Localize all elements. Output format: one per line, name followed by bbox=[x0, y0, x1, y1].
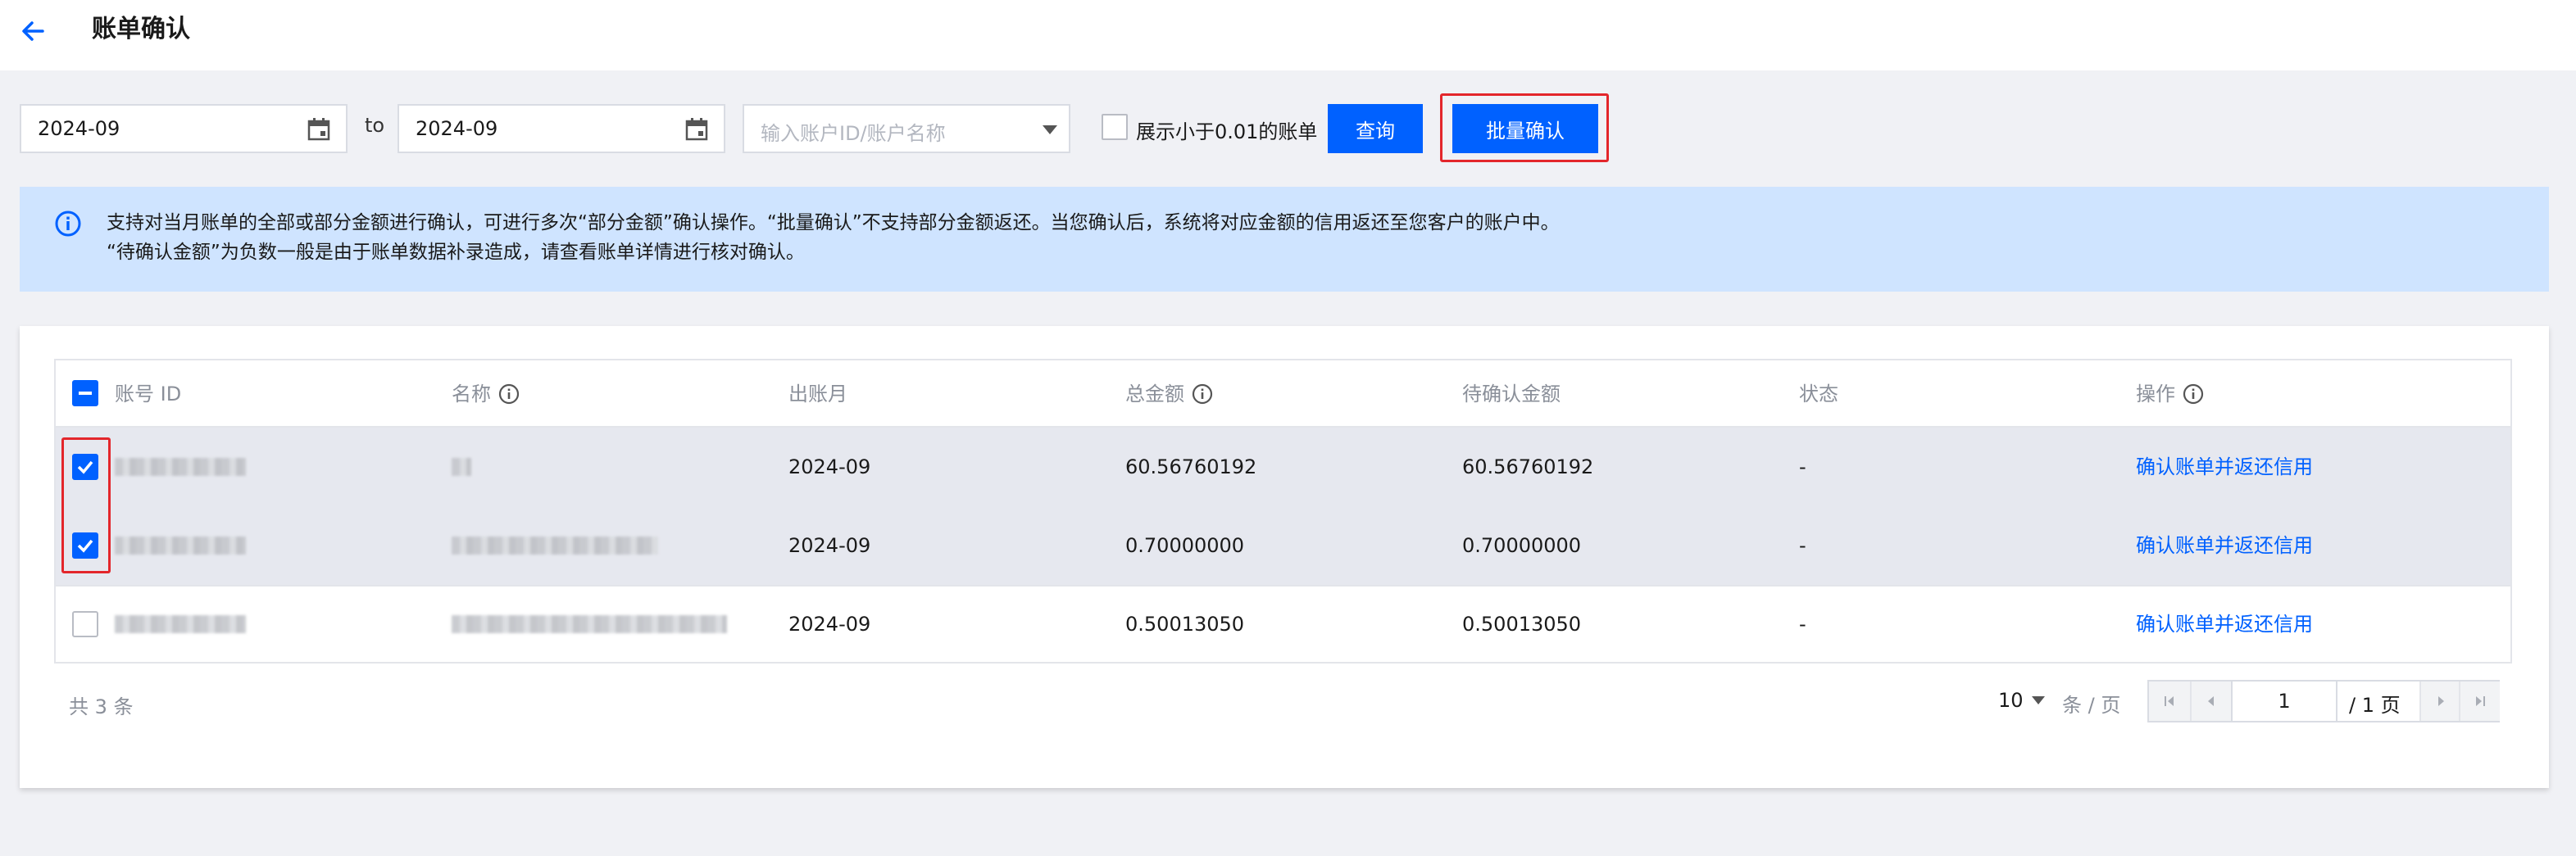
start-date-picker[interactable]: 2024-09 bbox=[20, 104, 348, 153]
page-title: 账单确认 bbox=[92, 15, 190, 43]
batch-confirm-highlight bbox=[1440, 93, 1609, 162]
cell-month: 2024-09 bbox=[788, 613, 871, 636]
table-row[interactable]: 2024-09 0.50013050 0.50013050 - 确认账单并返还信… bbox=[56, 585, 2510, 664]
account-search-placeholder: 输入账户ID/账户名称 bbox=[761, 122, 946, 145]
cell-status: - bbox=[1799, 613, 1806, 636]
chevron-down-icon bbox=[1043, 125, 1057, 134]
select-all-checkbox[interactable] bbox=[72, 380, 98, 406]
header-status-label: 状态 bbox=[1799, 383, 1838, 405]
selected-rows-highlight bbox=[61, 437, 111, 573]
start-date-value: 2024-09 bbox=[38, 117, 120, 140]
header-month-label: 出账月 bbox=[788, 383, 847, 405]
total-count: 共 3 条 bbox=[69, 695, 134, 718]
account-name-redacted bbox=[452, 537, 658, 555]
row-checkbox-unchecked[interactable] bbox=[72, 611, 98, 637]
header-action: 操作 bbox=[2136, 382, 2205, 406]
header-total: 总金额 bbox=[1125, 382, 1214, 406]
page-size-select[interactable]: 10 bbox=[1998, 689, 2045, 712]
total-pages-label: / 1 页 bbox=[2349, 694, 2401, 717]
notice-line-1: 支持对当月账单的全部或部分金额进行确认，可进行多次“部分金额”确认操作。“批量确… bbox=[107, 212, 1560, 233]
account-name-redacted bbox=[452, 615, 727, 633]
end-date-value: 2024-09 bbox=[416, 117, 498, 140]
header-name: 名称 bbox=[452, 382, 520, 406]
info-icon[interactable] bbox=[1191, 383, 1214, 405]
calendar-icon bbox=[685, 118, 708, 141]
query-button[interactable]: 查询 bbox=[1328, 104, 1423, 153]
confirm-bill-link[interactable]: 确认账单并返还信用 bbox=[2136, 455, 2313, 479]
table-header: 账号 ID 名称 出账月 总金额 待确认金额 状态 操作 bbox=[56, 360, 2510, 428]
show-small-bills-checkbox[interactable] bbox=[1102, 114, 1128, 140]
account-search-select[interactable]: 输入账户ID/账户名称 bbox=[743, 104, 1070, 153]
next-page-icon[interactable] bbox=[2419, 682, 2460, 721]
cell-total: 0.70000000 bbox=[1125, 534, 1245, 557]
pagination: 1 / 1 页 bbox=[2147, 680, 2500, 722]
cell-month: 2024-09 bbox=[788, 534, 871, 557]
header-status: 状态 bbox=[1799, 382, 1838, 406]
last-page-icon[interactable] bbox=[2459, 682, 2500, 721]
header-pending-label: 待确认金额 bbox=[1462, 383, 1561, 405]
account-id-redacted bbox=[115, 537, 246, 555]
bill-table: 账号 ID 名称 出账月 总金额 待确认金额 状态 操作 2024-09 60.… bbox=[54, 359, 2512, 664]
header-account-id: 账号 ID bbox=[115, 382, 181, 406]
info-icon bbox=[55, 211, 81, 237]
header-name-label: 名称 bbox=[452, 383, 491, 405]
header-pending: 待确认金额 bbox=[1462, 382, 1561, 406]
info-notice: 支持对当月账单的全部或部分金额进行确认，可进行多次“部分金额”确认操作。“批量确… bbox=[20, 187, 2549, 292]
calendar-icon bbox=[307, 118, 330, 141]
date-range-separator: to bbox=[365, 114, 385, 137]
info-icon[interactable] bbox=[497, 383, 520, 405]
notice-line-2: “待确认金额”为负数一般是由于账单数据补录造成，请查看账单详情进行核对确认。 bbox=[107, 242, 805, 263]
show-small-bills-label: 展示小于0.01的账单 bbox=[1136, 120, 1318, 143]
info-icon[interactable] bbox=[2182, 383, 2205, 405]
confirm-bill-link[interactable]: 确认账单并返还信用 bbox=[2136, 533, 2313, 558]
first-page-icon[interactable] bbox=[2149, 682, 2190, 721]
cell-pending: 60.56760192 bbox=[1462, 455, 1594, 478]
header-account-id-label: 账号 ID bbox=[115, 383, 182, 405]
cell-status: - bbox=[1799, 534, 1806, 557]
table-row[interactable]: 2024-09 0.70000000 0.70000000 - 确认账单并返还信… bbox=[56, 506, 2510, 585]
header-total-label: 总金额 bbox=[1125, 383, 1184, 405]
cell-total: 60.56760192 bbox=[1125, 455, 1257, 478]
header-month: 出账月 bbox=[788, 382, 847, 406]
page-size-value: 10 bbox=[1998, 689, 2024, 712]
table-row[interactable]: 2024-09 60.56760192 60.56760192 - 确认账单并返… bbox=[56, 428, 2510, 506]
account-id-redacted bbox=[115, 458, 246, 476]
end-date-picker[interactable]: 2024-09 bbox=[398, 104, 725, 153]
cell-pending: 0.50013050 bbox=[1462, 613, 1582, 636]
account-id-redacted bbox=[115, 615, 246, 633]
per-page-label: 条 / 页 bbox=[2062, 694, 2121, 717]
page-header: 账单确认 bbox=[0, 0, 2576, 70]
back-arrow-icon[interactable] bbox=[18, 16, 48, 46]
page-number-input[interactable]: 1 bbox=[2231, 682, 2337, 721]
prev-page-icon[interactable] bbox=[2190, 682, 2231, 721]
cell-status: - bbox=[1799, 455, 1806, 478]
header-action-label: 操作 bbox=[2136, 383, 2175, 405]
cell-pending: 0.70000000 bbox=[1462, 534, 1582, 557]
cell-month: 2024-09 bbox=[788, 455, 871, 478]
chevron-down-icon bbox=[2031, 696, 2045, 704]
cell-total: 0.50013050 bbox=[1125, 613, 1245, 636]
confirm-bill-link[interactable]: 确认账单并返还信用 bbox=[2136, 612, 2313, 636]
account-name-redacted bbox=[452, 458, 471, 476]
